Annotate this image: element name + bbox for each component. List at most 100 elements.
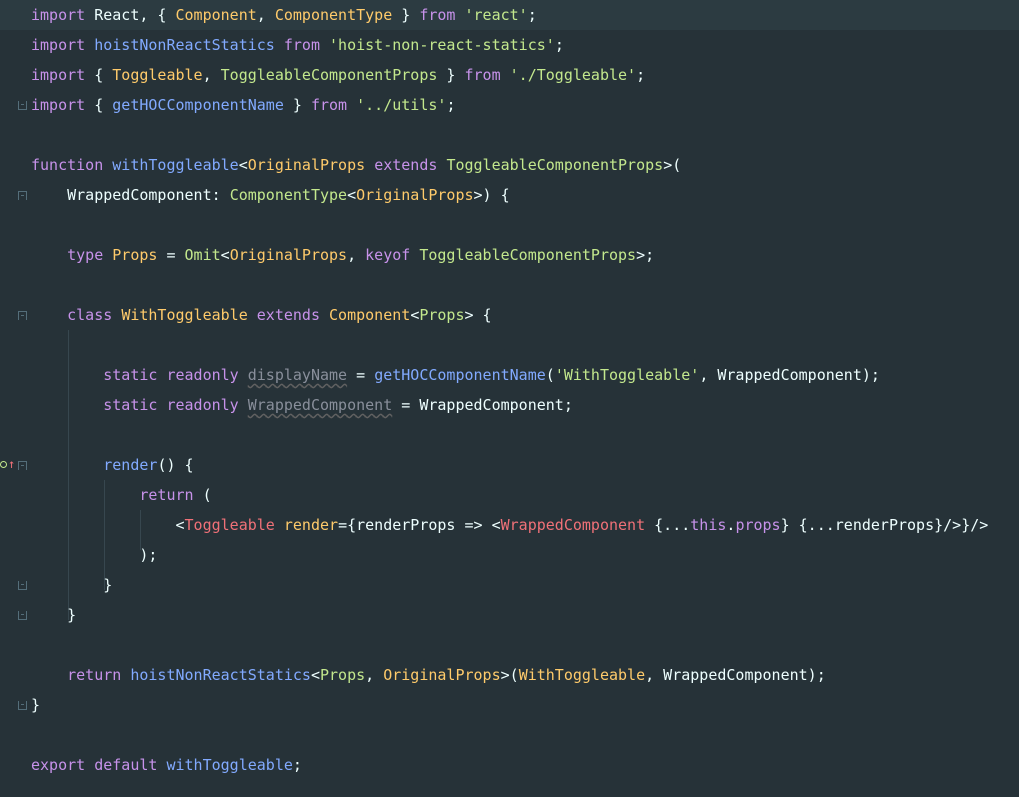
code-line[interactable]: import hoistNonReactStatics from 'hoist-… <box>0 30 1019 60</box>
code-token: getHOCComponentName <box>374 366 546 384</box>
code-token: Props <box>112 246 158 264</box>
code-token: ComponentType <box>274 6 393 24</box>
code-token: < <box>410 306 420 324</box>
code-token: WithToggleable <box>121 306 248 324</box>
code-token: , WrappedComponent); <box>645 666 826 684</box>
code-token: Component <box>329 306 411 324</box>
code-line[interactable] <box>0 420 1019 450</box>
code-token: 'react' <box>464 6 528 24</box>
code-line-text: import { getHOCComponentName } from '../… <box>31 90 455 120</box>
code-token: 'hoist-non-react-statics' <box>329 36 555 54</box>
code-token: from <box>283 36 320 54</box>
code-line[interactable]: import { getHOCComponentName } from '../… <box>0 90 1019 120</box>
code-line[interactable]: } <box>0 600 1019 630</box>
code-line[interactable] <box>0 210 1019 240</box>
code-line[interactable]: static readonly WrappedComponent = Wrapp… <box>0 390 1019 420</box>
code-line[interactable] <box>0 720 1019 750</box>
code-line-text: function withToggleable<OriginalProps ex… <box>31 150 681 180</box>
code-line[interactable]: render() { <box>0 450 1019 480</box>
code-token: = <box>157 246 185 264</box>
code-line-text: import hoistNonReactStatics from 'hoist-… <box>31 30 564 60</box>
code-token: return <box>67 666 122 684</box>
code-token: ToggleableComponentProps <box>419 246 637 264</box>
code-token: keyof <box>365 246 411 264</box>
code-line[interactable] <box>0 120 1019 150</box>
code-token: ; <box>446 96 456 114</box>
code-line-text: } <box>31 570 112 600</box>
code-line[interactable]: type Props = Omit<OriginalProps, keyof T… <box>0 240 1019 270</box>
code-token: WrappedComponent: <box>31 186 230 204</box>
code-token: OriginalProps <box>383 666 501 684</box>
code-line[interactable] <box>0 330 1019 360</box>
code-token: = <box>347 366 375 384</box>
code-line[interactable]: } <box>0 570 1019 600</box>
code-line[interactable]: WrappedComponent: ComponentType<Original… <box>0 180 1019 210</box>
code-token: OriginalProps <box>356 186 474 204</box>
code-token: static <box>103 366 158 384</box>
code-token: = WrappedComponent; <box>392 396 573 414</box>
code-token: import <box>31 96 86 114</box>
code-line[interactable]: return hoistNonReactStatics<Props, Origi… <box>0 660 1019 690</box>
code-line-text: return hoistNonReactStatics<Props, Origi… <box>31 660 826 690</box>
code-line-text: export default withToggleable; <box>31 750 302 780</box>
code-token: withToggleable <box>166 756 293 774</box>
code-line-text: import React, { Component, ComponentType… <box>31 0 537 30</box>
code-token: { <box>85 96 113 114</box>
code-token: } <box>31 696 41 714</box>
code-editor[interactable]: ↑ import React, { Component, ComponentTy… <box>0 0 1019 797</box>
code-token: < <box>175 516 185 534</box>
code-token: ToggleableComponentProps <box>446 156 664 174</box>
code-line[interactable]: return ( <box>0 480 1019 510</box>
code-line-text: type Props = Omit<OriginalProps, keyof T… <box>31 240 654 270</box>
code-token: WithToggleable <box>518 666 646 684</box>
code-token: static <box>103 396 158 414</box>
code-token: } <box>31 606 77 624</box>
code-token: WrappedComponent <box>500 516 646 534</box>
code-line[interactable] <box>0 630 1019 660</box>
code-line[interactable] <box>0 270 1019 300</box>
code-line-text: ); <box>31 540 157 570</box>
code-token: , <box>256 6 275 24</box>
code-line[interactable]: export default withToggleable; <box>0 750 1019 780</box>
code-line[interactable]: } <box>0 690 1019 720</box>
code-token: >; <box>636 246 655 264</box>
code-token: hoistNonReactStatics <box>94 36 275 54</box>
code-token: import <box>31 66 86 84</box>
code-line[interactable]: class WithToggleable extends Component<P… <box>0 300 1019 330</box>
code-token: , <box>202 66 221 84</box>
code-token: >( <box>663 156 682 174</box>
code-token: ={renderProps => < <box>338 516 501 534</box>
code-line[interactable]: function withToggleable<OriginalProps ex… <box>0 150 1019 180</box>
code-line-text: class WithToggleable extends Component<P… <box>31 300 491 330</box>
code-line[interactable]: ); <box>0 540 1019 570</box>
code-token: Toggleable <box>112 66 203 84</box>
code-token: } {...renderProps}/>}/> <box>780 516 989 534</box>
code-token: React, { <box>85 6 176 24</box>
code-line[interactable]: static readonly displayName = getHOCComp… <box>0 360 1019 390</box>
code-line[interactable]: <Toggleable render={renderProps => <Wrap… <box>0 510 1019 540</box>
code-token: export <box>31 756 86 774</box>
code-token: props <box>735 516 781 534</box>
code-line-text: } <box>31 690 40 720</box>
code-token: Props <box>419 306 465 324</box>
code-token: 'WithToggleable' <box>554 366 700 384</box>
code-line[interactable]: import React, { Component, ComponentType… <box>0 0 1019 30</box>
code-token: getHOCComponentName <box>112 96 284 114</box>
code-token: './Toggleable' <box>509 66 637 84</box>
code-line[interactable]: import { Toggleable, ToggleableComponent… <box>0 60 1019 90</box>
code-token: return <box>139 486 194 504</box>
code-token: < <box>310 666 320 684</box>
code-token: from <box>464 66 501 84</box>
